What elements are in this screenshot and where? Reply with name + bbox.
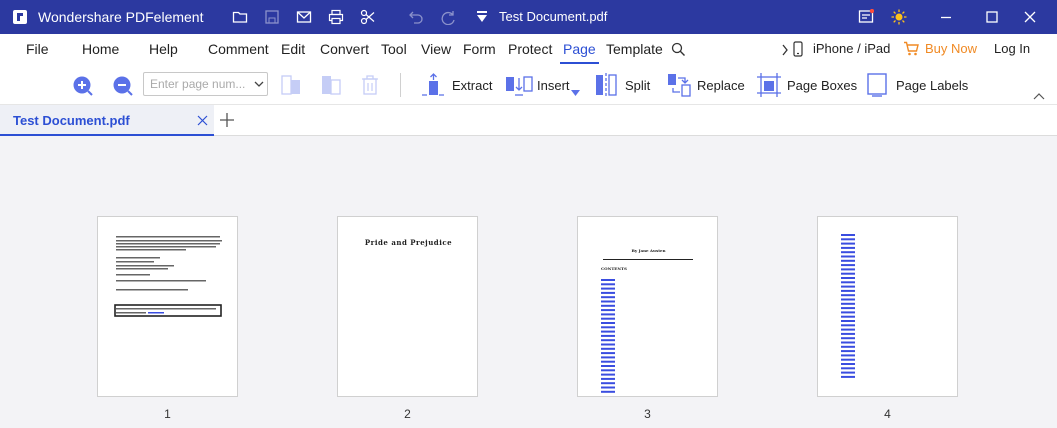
- menu-view[interactable]: View: [421, 41, 451, 57]
- theme-sun-icon[interactable]: [891, 9, 907, 25]
- chevron-right-icon: [782, 44, 788, 56]
- page-number-3: 3: [644, 407, 651, 421]
- menu-template[interactable]: Template: [606, 41, 663, 57]
- menu-protect[interactable]: Protect: [508, 41, 552, 57]
- save-icon[interactable]: [264, 9, 280, 25]
- toolbar-divider: [400, 73, 401, 97]
- quick-access-dropdown-icon[interactable]: [474, 9, 490, 25]
- insert-dropdown-icon[interactable]: [571, 90, 580, 96]
- page-3-toc-icon: [601, 279, 615, 393]
- insert-icon[interactable]: [505, 73, 533, 97]
- page-labels-icon[interactable]: [866, 73, 888, 97]
- phone-icon: [793, 41, 803, 57]
- rotate-right-icon[interactable]: [320, 74, 342, 96]
- document-tab-label: Test Document.pdf: [13, 113, 130, 128]
- page-thumbnail-4[interactable]: [817, 216, 958, 397]
- cart-icon: [904, 41, 919, 56]
- undo-icon[interactable]: [408, 9, 424, 25]
- menu-bar: File Home Help Comment Edit Convert Tool…: [0, 34, 1057, 66]
- chevron-down-icon[interactable]: [254, 80, 264, 88]
- app-name: Wondershare PDFelement: [38, 9, 204, 25]
- extract-label[interactable]: Extract: [452, 78, 492, 93]
- split-icon[interactable]: [595, 73, 617, 97]
- page-toolbar: Enter page num... Extract Insert Split R…: [0, 66, 1057, 104]
- document-tab[interactable]: Test Document.pdf: [0, 105, 214, 136]
- collapse-ribbon-icon[interactable]: [1033, 92, 1045, 100]
- menu-tool[interactable]: Tool: [381, 41, 407, 57]
- search-icon[interactable]: [671, 42, 686, 57]
- page-2-heading: Pride and Prejudice: [364, 238, 453, 247]
- print-icon[interactable]: [328, 9, 344, 25]
- zoom-out-icon[interactable]: [112, 75, 134, 97]
- page-boxes-label[interactable]: Page Boxes: [787, 78, 857, 93]
- menu-home[interactable]: Home: [82, 41, 119, 57]
- page-thumbnail-3[interactable]: By Jane Austen CONTENTS: [577, 216, 718, 397]
- menu-form[interactable]: Form: [463, 41, 496, 57]
- zoom-in-icon[interactable]: [72, 75, 94, 97]
- close-tab-icon[interactable]: [197, 115, 208, 126]
- feedback-icon[interactable]: [858, 9, 874, 25]
- active-menu-underline: [560, 62, 599, 64]
- menu-comment[interactable]: Comment: [208, 41, 269, 57]
- maximize-icon[interactable]: [984, 9, 1000, 25]
- menu-file[interactable]: File: [26, 41, 49, 57]
- document-tab-bar: Test Document.pdf: [0, 104, 1057, 136]
- mail-icon[interactable]: [296, 9, 312, 25]
- rotate-left-icon[interactable]: [280, 74, 302, 96]
- menu-edit[interactable]: Edit: [281, 41, 305, 57]
- replace-label[interactable]: Replace: [697, 78, 745, 93]
- delete-page-icon[interactable]: [360, 74, 380, 96]
- buy-now-link[interactable]: Buy Now: [925, 41, 977, 56]
- extract-icon[interactable]: [420, 73, 446, 97]
- page-thumbnail-1[interactable]: [97, 216, 238, 397]
- split-label[interactable]: Split: [625, 78, 650, 93]
- pdfelement-logo-icon: [13, 10, 27, 24]
- page-number-input[interactable]: Enter page num...: [143, 72, 268, 96]
- minimize-icon[interactable]: [938, 9, 954, 25]
- folder-icon[interactable]: [232, 9, 248, 25]
- page-number-placeholder: Enter page num...: [150, 77, 246, 91]
- page-number-1: 1: [164, 407, 171, 421]
- new-tab-icon[interactable]: [220, 113, 234, 127]
- menu-page[interactable]: Page: [563, 41, 596, 57]
- menu-convert[interactable]: Convert: [320, 41, 369, 57]
- page-number-2: 2: [404, 407, 411, 421]
- page-4-toc-icon: [841, 234, 855, 378]
- document-title: Test Document.pdf: [499, 9, 608, 24]
- page-thumbnail-2[interactable]: Pride and Prejudice: [337, 216, 478, 397]
- insert-label[interactable]: Insert: [537, 78, 570, 93]
- scissors-icon[interactable]: [360, 9, 376, 25]
- menu-help[interactable]: Help: [149, 41, 178, 57]
- page-1-content-icon: [114, 236, 222, 317]
- title-bar: Wondershare PDFelement Test Document.pdf: [0, 0, 1057, 34]
- replace-icon[interactable]: [667, 73, 691, 97]
- redo-icon[interactable]: [440, 9, 456, 25]
- page-number-4: 4: [884, 407, 891, 421]
- iphone-ipad-link[interactable]: iPhone / iPad: [813, 41, 890, 56]
- page-boxes-icon[interactable]: [757, 73, 781, 97]
- log-in-link[interactable]: Log In: [994, 41, 1030, 56]
- close-window-icon[interactable]: [1022, 9, 1038, 25]
- page-labels-label[interactable]: Page Labels: [896, 78, 968, 93]
